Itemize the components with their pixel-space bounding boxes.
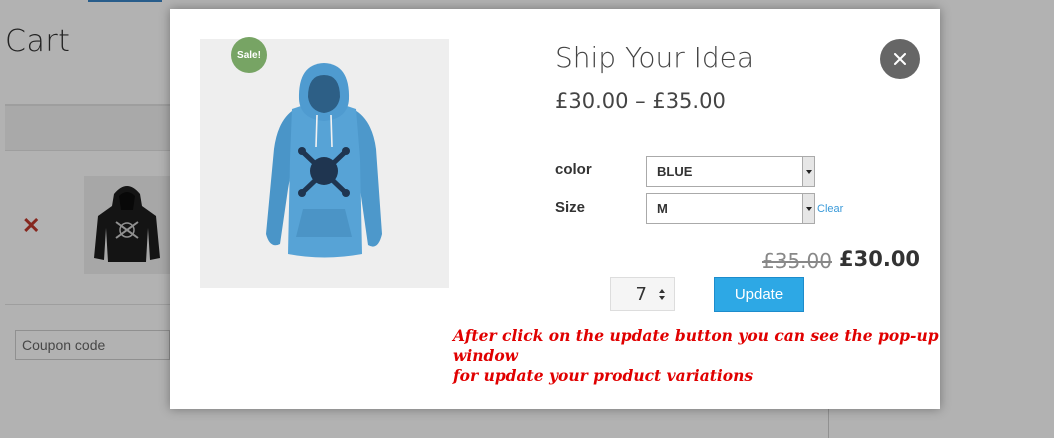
annotation-text: After click on the update button you can…	[453, 326, 943, 386]
variation-label-size: Size	[555, 199, 586, 216]
color-select-value: BLUE	[657, 164, 693, 179]
chevron-down-icon	[802, 194, 814, 223]
variation-label-color: color	[555, 161, 592, 178]
product-title: Ship Your Idea	[555, 41, 755, 74]
product-image	[200, 39, 449, 288]
close-button[interactable]	[880, 39, 920, 79]
quantity-value: 7	[635, 283, 647, 305]
spinner-arrows-icon[interactable]	[655, 288, 669, 300]
blue-hoodie-image	[200, 39, 449, 288]
sale-price: £30.00	[839, 247, 921, 271]
chevron-down-icon	[802, 157, 814, 186]
regular-price: £35.00	[762, 249, 832, 273]
sale-badge: Sale!	[231, 37, 267, 73]
variation-update-modal: Sale! Ship Your Idea £30.00 – £35.00 col…	[170, 9, 940, 409]
update-button[interactable]: Update	[714, 277, 804, 312]
close-icon	[894, 53, 906, 65]
size-select[interactable]: M	[646, 193, 815, 224]
annotation-line-2: for update your product variations	[453, 366, 754, 385]
annotation-line-1: After click on the update button you can…	[453, 326, 939, 365]
color-select[interactable]: BLUE	[646, 156, 815, 187]
size-select-value: M	[657, 201, 668, 216]
quantity-stepper[interactable]: 7	[610, 277, 675, 311]
price-range: £30.00 – £35.00	[555, 89, 726, 113]
clear-variations-link[interactable]: Clear	[817, 203, 843, 215]
